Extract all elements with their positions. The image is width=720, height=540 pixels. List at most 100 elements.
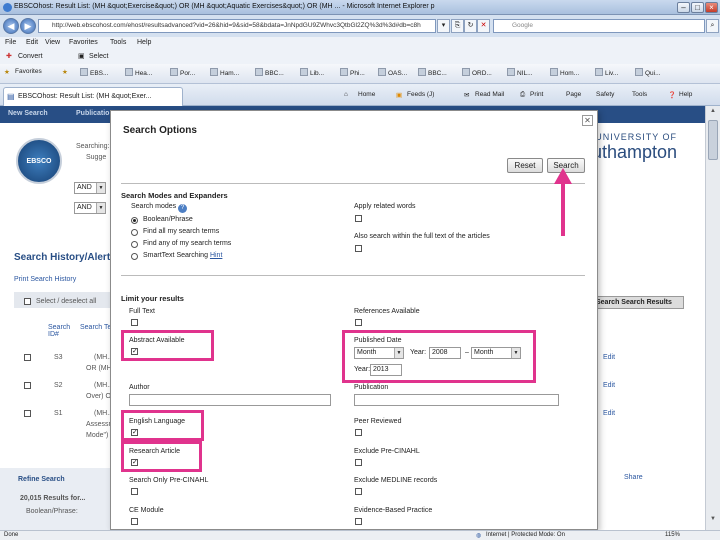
read-mail-command[interactable]: Read Mail bbox=[475, 91, 504, 98]
year-from-input[interactable]: 2008 bbox=[429, 347, 461, 359]
search-results-button[interactable]: Search Search Results bbox=[592, 296, 684, 309]
fav-link-5[interactable]: BBC... bbox=[255, 68, 284, 80]
fav-link-7[interactable]: Phi... bbox=[340, 68, 365, 80]
safety-command[interactable]: Safety bbox=[596, 91, 614, 98]
fav-link-4[interactable]: Ham... bbox=[210, 68, 239, 80]
fav-link-6[interactable]: Lib... bbox=[300, 68, 324, 80]
feeds-command[interactable]: Feeds (J) bbox=[407, 91, 434, 98]
abstract-checkbox[interactable]: ✓ bbox=[131, 348, 138, 355]
feeds-icon[interactable]: ▣ bbox=[396, 91, 402, 99]
print-icon[interactable]: ⎙ bbox=[520, 91, 525, 99]
scroll-down-icon[interactable]: ▼ bbox=[708, 516, 718, 526]
menu-file[interactable]: File bbox=[5, 39, 16, 46]
row-checkbox[interactable] bbox=[24, 410, 31, 417]
help-icon[interactable]: ❓ bbox=[668, 91, 676, 99]
ce-module-checkbox[interactable] bbox=[131, 518, 138, 525]
print-history-link[interactable]: Print Search History bbox=[14, 276, 76, 283]
nav-new-search[interactable]: New Search bbox=[8, 110, 48, 117]
close-window-button[interactable]: × bbox=[705, 2, 718, 13]
page-command[interactable]: Page bbox=[566, 91, 581, 98]
author-input[interactable] bbox=[129, 394, 331, 406]
browser-search-input[interactable]: Google bbox=[493, 19, 705, 33]
fav-link-1[interactable]: EBS... bbox=[80, 68, 108, 80]
search-only-pre-checkbox[interactable] bbox=[131, 488, 138, 495]
home-command[interactable]: Home bbox=[358, 91, 375, 98]
references-label: References Available bbox=[354, 308, 420, 315]
zoom-level[interactable]: 115% bbox=[665, 532, 680, 538]
convert-button[interactable]: Convert bbox=[18, 53, 43, 60]
stop-button[interactable]: ✕ bbox=[477, 19, 490, 33]
fav-link-9[interactable]: BBC... bbox=[418, 68, 447, 80]
mode-radio-smarttext[interactable] bbox=[131, 253, 138, 260]
reset-button[interactable]: Reset bbox=[507, 158, 543, 173]
edit-link[interactable]: Edit bbox=[603, 354, 615, 361]
fav-link-12[interactable]: Hom... bbox=[550, 68, 579, 80]
vertical-scrollbar[interactable]: ▲ ▼ bbox=[705, 106, 720, 530]
fav-link-2[interactable]: Hea... bbox=[125, 68, 152, 80]
publication-input[interactable] bbox=[354, 394, 559, 406]
full-text-checkbox[interactable] bbox=[131, 319, 138, 326]
address-bar[interactable]: http://web.ebscohost.com/ehost/resultsad… bbox=[38, 19, 436, 33]
mode-radio-boolean[interactable] bbox=[131, 217, 138, 224]
also-fulltext-checkbox[interactable] bbox=[355, 245, 362, 252]
exclude-pre-cinahl-checkbox[interactable] bbox=[355, 459, 362, 466]
year-to-input[interactable]: 2013 bbox=[370, 364, 402, 376]
fav-link-8[interactable]: OAS... bbox=[378, 68, 407, 80]
scroll-up-icon[interactable]: ▲ bbox=[708, 108, 718, 118]
search-id-header[interactable]: Search ID# bbox=[48, 324, 70, 338]
maximize-button[interactable]: □ bbox=[691, 2, 704, 13]
compat-view-button[interactable]: ⎘ bbox=[451, 19, 464, 33]
bool-select-2[interactable]: AND ▼ bbox=[74, 202, 106, 214]
menu-tools[interactable]: Tools bbox=[110, 39, 126, 46]
scroll-thumb[interactable] bbox=[708, 120, 718, 160]
month-from-select[interactable]: Month ▼ bbox=[354, 347, 404, 359]
refresh-button[interactable]: ↻ bbox=[464, 19, 477, 33]
menu-view[interactable]: View bbox=[45, 39, 60, 46]
fav-link-3[interactable]: Por... bbox=[170, 68, 195, 80]
fav-link-13[interactable]: Liv... bbox=[595, 68, 618, 80]
hint-link[interactable]: Hint bbox=[210, 252, 222, 259]
tools-command[interactable]: Tools bbox=[632, 91, 647, 98]
edit-link[interactable]: Edit bbox=[603, 410, 615, 417]
address-dropdown-button[interactable]: ▾ bbox=[437, 19, 450, 33]
row-checkbox[interactable] bbox=[24, 382, 31, 389]
forward-button[interactable]: ▶ bbox=[20, 18, 36, 34]
fav-link-14[interactable]: Qui... bbox=[635, 68, 661, 80]
references-checkbox[interactable] bbox=[355, 319, 362, 326]
add-favorite-icon[interactable]: ★ bbox=[62, 68, 68, 80]
fav-link-11[interactable]: NIL... bbox=[507, 68, 533, 80]
minimize-button[interactable]: – bbox=[677, 2, 690, 13]
row-checkbox[interactable] bbox=[24, 354, 31, 361]
research-checkbox[interactable]: ✓ bbox=[131, 459, 138, 466]
tab-ebscohost[interactable]: ▤ EBSCOhost: Result List: (MH &quot;Exer… bbox=[3, 87, 183, 106]
evidence-checkbox[interactable] bbox=[355, 518, 362, 525]
help-command[interactable]: Help bbox=[679, 91, 692, 98]
edit-link[interactable]: Edit bbox=[603, 382, 615, 389]
mail-icon[interactable]: ✉ bbox=[464, 91, 469, 99]
bool-select-1[interactable]: AND ▼ bbox=[74, 182, 106, 194]
close-icon[interactable]: ✕ bbox=[582, 115, 593, 126]
back-button[interactable]: ◀ bbox=[3, 18, 19, 34]
mode-radio-find-any[interactable] bbox=[131, 241, 138, 248]
menu-help[interactable]: Help bbox=[137, 39, 151, 46]
mode-radio-find-all[interactable] bbox=[131, 229, 138, 236]
fav-link-10[interactable]: ORD... bbox=[462, 68, 492, 80]
select-icon: ▣ bbox=[78, 53, 85, 60]
menu-favorites[interactable]: Favorites bbox=[69, 39, 98, 46]
favorites-button[interactable]: Favorites bbox=[15, 68, 42, 80]
select-all-checkbox[interactable] bbox=[24, 298, 31, 305]
home-icon[interactable]: ⌂ bbox=[344, 91, 348, 98]
abstract-label: Abstract Available bbox=[129, 337, 185, 344]
exclude-medline-checkbox[interactable] bbox=[355, 488, 362, 495]
month-to-select[interactable]: Month ▼ bbox=[471, 347, 521, 359]
help-icon[interactable]: ? bbox=[178, 204, 188, 213]
english-checkbox[interactable]: ✓ bbox=[131, 429, 138, 436]
ie-logo-icon bbox=[3, 3, 12, 12]
apply-related-checkbox[interactable] bbox=[355, 215, 362, 222]
print-command[interactable]: Print bbox=[530, 91, 543, 98]
menu-edit[interactable]: Edit bbox=[26, 39, 38, 46]
peer-reviewed-checkbox[interactable] bbox=[355, 429, 362, 436]
select-button[interactable]: Select bbox=[89, 53, 108, 60]
search-go-button[interactable]: ⌕ bbox=[706, 19, 719, 33]
share-link[interactable]: Share bbox=[624, 474, 643, 481]
